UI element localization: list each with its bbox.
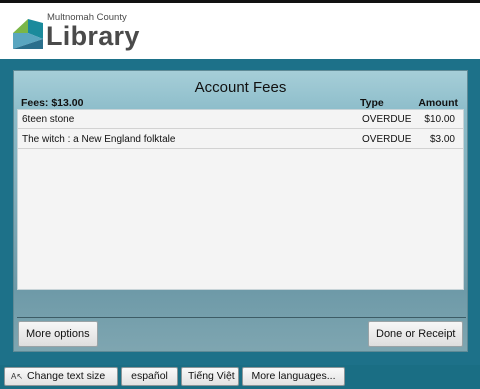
- change-text-size-button[interactable]: A↖ Change text size: [4, 367, 118, 386]
- fee-row[interactable]: 6teen stone OVERDUE $10.00: [18, 110, 463, 129]
- fee-item-title: 6teen stone: [22, 114, 75, 125]
- fee-item-amount: $10.00: [424, 114, 455, 125]
- more-options-button[interactable]: More options: [18, 321, 98, 347]
- fee-row[interactable]: The witch : a New England folktale OVERD…: [18, 130, 463, 149]
- fees-total: Fees: $13.00: [21, 97, 84, 109]
- done-or-receipt-button[interactable]: Done or Receipt: [368, 321, 463, 347]
- library-logo: Multnomah County Library: [10, 9, 160, 55]
- fee-item-title: The witch : a New England folktale: [22, 134, 176, 145]
- spanish-language-button[interactable]: español: [121, 367, 178, 386]
- library-logo-mark-icon: [13, 19, 43, 49]
- column-header-type: Type: [360, 97, 384, 109]
- vietnamese-language-button[interactable]: Tiếng Việt: [181, 367, 239, 386]
- language-bar: A↖ Change text size español Tiếng Việt Mo…: [0, 365, 480, 389]
- fees-list[interactable]: 6teen stone OVERDUE $10.00 The witch : a…: [17, 109, 464, 290]
- fee-item-amount: $3.00: [429, 134, 455, 145]
- more-languages-button[interactable]: More languages...: [242, 367, 345, 386]
- text-size-icon: A↖: [11, 372, 24, 381]
- fee-item-type: OVERDUE: [362, 134, 412, 145]
- panel-divider: [17, 317, 466, 318]
- change-text-size-label: Change text size: [27, 370, 106, 382]
- logo-title: Library: [46, 21, 140, 51]
- account-fees-panel: Account Fees Fees: $13.00 Type Amount 6t…: [13, 70, 468, 352]
- page-title: Account Fees: [194, 79, 287, 96]
- fee-item-type: OVERDUE: [362, 114, 412, 125]
- column-header-amount: Amount: [418, 97, 458, 109]
- header: Multnomah County Library: [0, 3, 480, 59]
